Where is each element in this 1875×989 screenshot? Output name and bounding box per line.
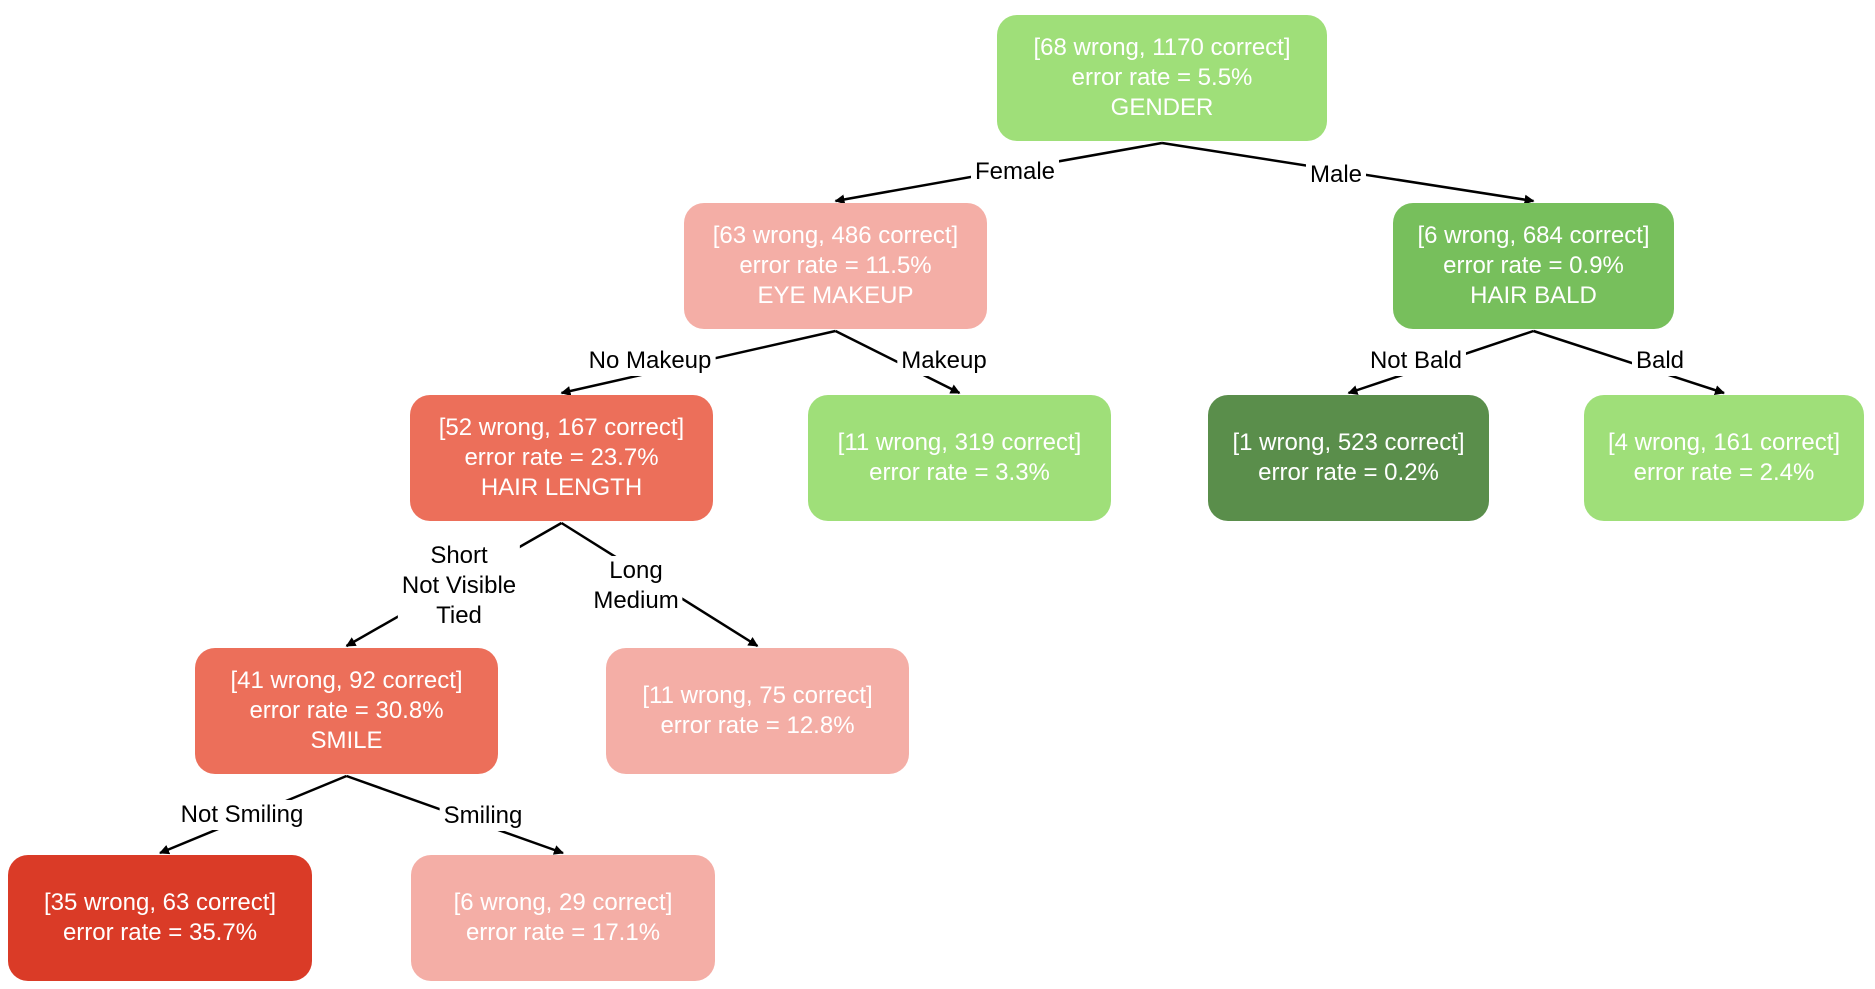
tree-node-bald: [4 wrong, 161 correct] error rate = 2.4% [1584,395,1864,521]
edge-label-male: Male [1305,160,1367,190]
edge-label-nomakeup: No Makeup [584,346,716,376]
edge-label-smiling: Smiling [439,801,527,831]
edge-label-line: No Makeup [588,347,712,374]
edge-label-line: Not Bald [1369,347,1463,374]
node-split: HAIR BALD [1470,282,1597,309]
node-split: GENDER [1110,94,1214,121]
node-rate: error rate = 30.8% [249,697,444,724]
node-rate: error rate = 35.7% [62,919,258,946]
edge-label-line: Female [974,158,1056,185]
node-rate: error rate = 11.5% [739,252,932,279]
edge-label-short: Short Not Visible Tied [397,541,521,631]
edge-label-makeup: Makeup [897,346,991,376]
edge-label-bald: Bald [1631,346,1689,376]
tree-node-long: [11 wrong, 75 correct] error rate = 12.8% [606,648,909,774]
tree-node-male: [6 wrong, 684 correct] error rate = 0.9% H… [1393,203,1674,329]
node-counts: [11 wrong, 319 correct] [837,429,1082,456]
node-rate: error rate = 2.4% [1633,459,1815,486]
node-rate: error rate = 0.2% [1258,459,1439,486]
node-counts: [6 wrong, 684 correct] [1417,222,1650,249]
edge-label-line: Male [1309,161,1363,188]
edge-label-line: Short [430,542,488,569]
node-rate: error rate = 12.8% [660,712,855,739]
node-rate: error rate = 0.9% [1443,252,1624,279]
node-counts: [4 wrong, 161 correct] [1607,429,1841,456]
tree-node-notsmiling: [35 wrong, 63 correct] error rate = 35.7% [8,855,312,981]
node-rate: error rate = 17.1% [465,919,661,946]
node-rate: error rate = 23.7% [464,444,659,471]
node-counts: [6 wrong, 29 correct] [453,889,673,916]
edge-male-bald [1533,329,1725,395]
node-split: HAIR LENGTH [480,474,643,501]
node-counts: [41 wrong, 92 correct] [230,667,463,694]
node-counts: [1 wrong, 523 correct] [1232,429,1465,456]
edge-label-notsmiling: Not Smiling [176,800,308,830]
edge-label-line: Long [609,557,663,584]
edge-label-line: Not Visible [401,572,517,599]
edge-label-line: Bald [1635,347,1685,374]
node-counts: [52 wrong, 167 correct] [438,414,685,441]
node-counts: [68 wrong, 1170 correct] [1033,34,1291,61]
edge-label-line: Makeup [901,347,987,374]
node-split: SMILE [310,727,383,754]
tree-node-female: [63 wrong, 486 correct] error rate = 11.5… [684,203,987,329]
tree-node-short: [41 wrong, 92 correct] error rate = 30.8%… [195,648,498,774]
node-rate: error rate = 3.3% [869,459,1050,486]
edge-label-line: Not Smiling [180,801,304,828]
node-counts: [35 wrong, 63 correct] [43,889,277,916]
tree-node-makeup: [11 wrong, 319 correct] error rate = 3.3% [808,395,1111,521]
node-split: EYE MAKEUP [757,282,914,309]
tree-node-root: [68 wrong, 1170 correct] error rate = 5.5… [997,15,1327,141]
tree-node-nomakeup: [52 wrong, 167 correct] error rate = 23.7… [410,395,713,521]
tree-node-smiling: [6 wrong, 29 correct] error rate = 17.1% [411,855,715,981]
edge-label-notbald: Not Bald [1365,346,1467,376]
edge-label-line: Medium [593,587,679,614]
tree-node-notbald: [1 wrong, 523 correct] error rate = 0.2% [1208,395,1489,521]
node-rate: error rate = 5.5% [1071,64,1253,91]
edge-label-line: Smiling [443,802,523,829]
node-counts: [63 wrong, 486 correct] [712,222,959,249]
edge-label-long: Long Medium [589,556,683,616]
edge-label-line: Tied [436,602,482,629]
node-counts: [11 wrong, 75 correct] [642,682,873,709]
edge-label-female: Female [970,157,1060,187]
